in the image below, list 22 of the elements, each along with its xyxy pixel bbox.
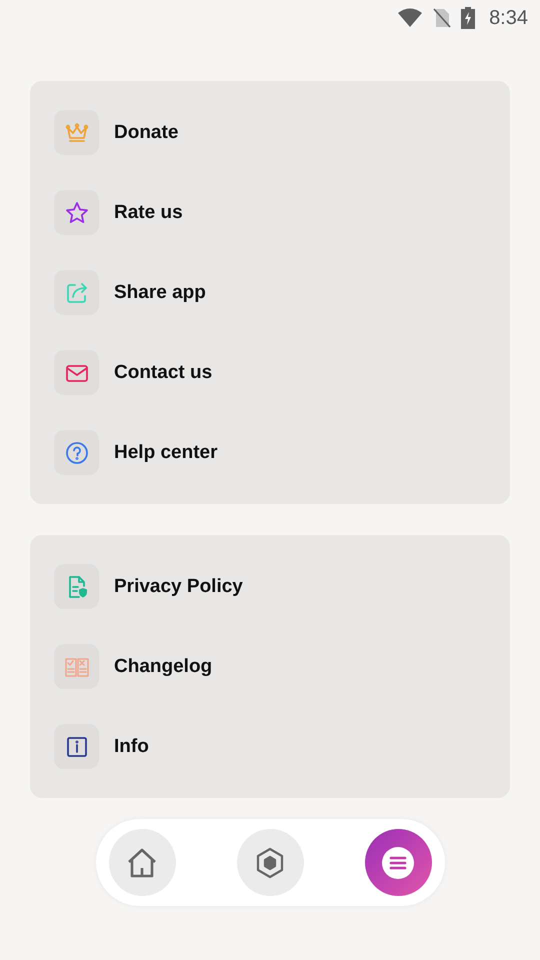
home-tab[interactable] [108,829,176,896]
question-icon [54,430,99,475]
no-sim-icon [433,7,452,29]
share-icon [54,270,99,315]
menu-item-label[interactable]: Changelog [114,656,212,678]
status-time: 8:34 [489,6,528,30]
menu-item-label[interactable]: Privacy Policy [114,576,243,598]
book-icon [54,644,99,689]
menu-icon [381,846,415,880]
menu-item-label[interactable]: Contact us [114,362,212,384]
menu-item-label[interactable]: Help center [114,442,218,464]
menu-item-label[interactable]: Donate [114,122,178,144]
document-shield-icon [54,564,99,609]
battery-charging-icon [461,7,476,29]
menu-item-label[interactable]: Rate us [114,202,183,224]
menu-item-label[interactable]: Share app [114,282,206,304]
info-icon [54,724,99,769]
menu-item-label[interactable]: Info [114,736,149,758]
envelope-icon [54,350,99,395]
menu-tab[interactable] [364,829,432,896]
crown-icon [54,110,99,155]
wifi-icon [397,8,424,28]
